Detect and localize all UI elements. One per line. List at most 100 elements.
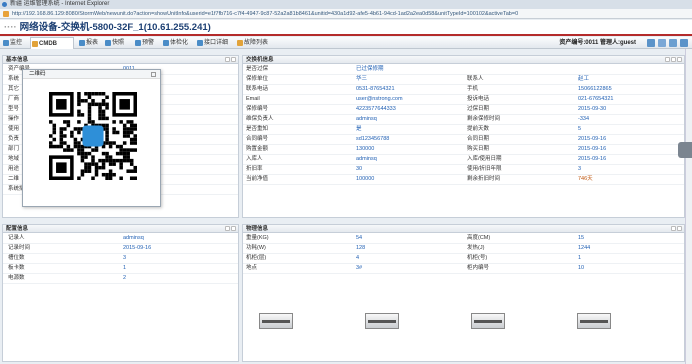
switch-field-value: 021-67654321 <box>578 96 614 102</box>
fault-icon <box>237 40 243 46</box>
close-icon[interactable] <box>151 72 156 77</box>
switch-field-label: 保修单位 <box>246 76 269 82</box>
tab-alert[interactable]: 预警 <box>134 37 154 49</box>
close-icon[interactable] <box>231 226 236 231</box>
config-field-label: 板卡数 <box>8 265 25 271</box>
switch-field-value: 4223577644333 <box>356 106 396 112</box>
switch-field-label: 提前天数 <box>467 126 490 132</box>
switch-field-label: 过保日期 <box>467 106 490 112</box>
switch-field-label: 使用/折旧年限 <box>467 166 502 172</box>
basic-info-header: 基本信息 <box>3 56 238 64</box>
physical-field-label: 功耗(W) <box>246 245 266 251</box>
basic-field-label: 操作 <box>8 116 20 122</box>
tab-cmdb[interactable]: CMDB <box>30 37 74 49</box>
switch-field-value: 130000 <box>356 146 375 152</box>
physical-field-label: 发热(J) <box>467 245 485 251</box>
physical-field-value: 4 <box>356 255 360 261</box>
switch-field-value: 3 <box>578 166 582 172</box>
switch-field-value: 是 <box>356 126 362 132</box>
switch-field-label: 剩余折旧时间 <box>467 176 501 182</box>
ie-icon <box>2 2 7 7</box>
physical-field-value: 3# <box>356 265 363 271</box>
close-icon[interactable] <box>677 57 682 62</box>
toolbar-actions <box>644 39 688 47</box>
basic-field-label: 型号 <box>8 106 20 112</box>
switch-field-value: 0531-87654321 <box>356 86 395 92</box>
export-icon[interactable] <box>669 39 677 47</box>
tab-fault-list[interactable]: 故障列表 <box>236 37 268 49</box>
switch-field-value: 2015-09-30 <box>578 106 607 112</box>
physical-field-value: 128 <box>356 245 366 251</box>
tab-snapshot[interactable]: 快照 <box>104 37 124 49</box>
print-icon[interactable] <box>658 39 666 47</box>
tab-monitor[interactable]: 监控 <box>2 37 22 49</box>
interface-icon <box>197 40 203 46</box>
switch-field-value: 746天 <box>578 176 593 182</box>
qr-code-popup: 二维码 <box>22 69 161 207</box>
config-field-value: 2015-09-16 <box>123 245 152 251</box>
device-image[interactable] <box>577 313 611 329</box>
switch-field-label: 购买日期 <box>467 146 490 152</box>
window-title: 新疆 运维管理系统 - Internet Explorer <box>10 1 110 7</box>
basic-field-label: 使用 <box>8 126 20 132</box>
refresh-icon[interactable] <box>647 39 655 47</box>
config-info-panel: 配置信息 记录人 adminsq 记录时间 2015-09-16 槽位数 3 板卡数 1 电源数… <box>2 224 239 362</box>
basic-field-label: 部门 <box>8 146 20 152</box>
switch-field-value: 2015-09-16 <box>578 146 607 152</box>
physical-field-label: 机柜(号) <box>467 255 488 261</box>
switch-field-value: 30 <box>356 166 363 172</box>
physical-field-value: 1 <box>578 255 582 261</box>
collapse-icon[interactable] <box>665 57 670 62</box>
address-bar[interactable]: http://192.168.86.129:8080/StormWeb/newu… <box>0 9 692 19</box>
collapse-icon[interactable] <box>225 57 230 62</box>
tab-checkup[interactable]: 体检化 <box>162 37 188 49</box>
switch-field-label: 保修编号 <box>246 106 269 112</box>
header-dots-icon: ···· <box>4 22 17 33</box>
physical-field-value: 1244 <box>578 245 591 251</box>
physical-field-value: 10 <box>578 265 585 271</box>
device-image[interactable] <box>365 313 399 329</box>
collapse-icon[interactable] <box>225 226 230 231</box>
config-field-value: adminsq <box>123 235 144 241</box>
switch-field-value: -334 <box>578 116 590 122</box>
url-text: http://192.168.86.129:8080/StormWeb/newu… <box>12 11 519 17</box>
basic-field-label: 系统 <box>8 76 20 82</box>
config-info-header: 配置信息 <box>3 225 238 233</box>
page-title: 网络设备-交换机-5800-32F_1(10.61.255.241) <box>19 22 211 33</box>
basic-field-label: 负责 <box>8 136 20 142</box>
config-field-label: 电源数 <box>8 275 25 281</box>
settings-icon[interactable] <box>671 57 676 62</box>
basic-field-label: 其它 <box>8 86 20 92</box>
switch-field-label: 是否重知 <box>246 126 269 132</box>
switch-field-value: 已过保修期 <box>356 66 384 72</box>
switch-field-label: 联系电话 <box>246 86 269 92</box>
switch-field-label: Email <box>246 96 260 102</box>
report-icon <box>79 40 85 46</box>
page-favicon-icon <box>3 11 9 17</box>
close-icon[interactable] <box>677 226 682 231</box>
close-icon[interactable] <box>231 57 236 62</box>
device-image[interactable] <box>471 313 505 329</box>
tab-interface-detail[interactable]: 接口详细 <box>196 37 228 49</box>
collapse-icon[interactable] <box>671 226 676 231</box>
config-field-value: 1 <box>123 265 127 271</box>
snapshot-icon <box>105 40 111 46</box>
switch-info-header: 交换机信息 <box>243 56 684 64</box>
settings-icon[interactable] <box>680 39 688 47</box>
asset-info: 资产编号:0011 管理人:guest <box>559 40 636 46</box>
alert-icon <box>135 40 141 46</box>
switch-field-label: 入库/使用日期 <box>467 156 502 162</box>
side-toggle-button[interactable] <box>678 142 692 158</box>
switch-field-label: 投诉电话 <box>467 96 490 102</box>
switch-field-value: 2015-09-16 <box>578 156 607 162</box>
vertical-scrollbar[interactable] <box>685 49 692 364</box>
physical-field-label: 柜内编号 <box>467 265 490 271</box>
device-image[interactable] <box>259 313 293 329</box>
cmdb-icon <box>32 41 38 47</box>
qr-popup-title: 二维码 <box>23 70 160 79</box>
config-field-value: 2 <box>123 275 127 281</box>
tab-report[interactable]: 报表 <box>78 37 98 49</box>
switch-field-value: 100000 <box>356 176 375 182</box>
physical-info-panel: 物理信息 重量(KG) 54 高度(CM) 15 功耗(W) 128 发热(J) 1244 机柜… <box>242 224 685 362</box>
physical-field-value: 15 <box>578 235 585 241</box>
